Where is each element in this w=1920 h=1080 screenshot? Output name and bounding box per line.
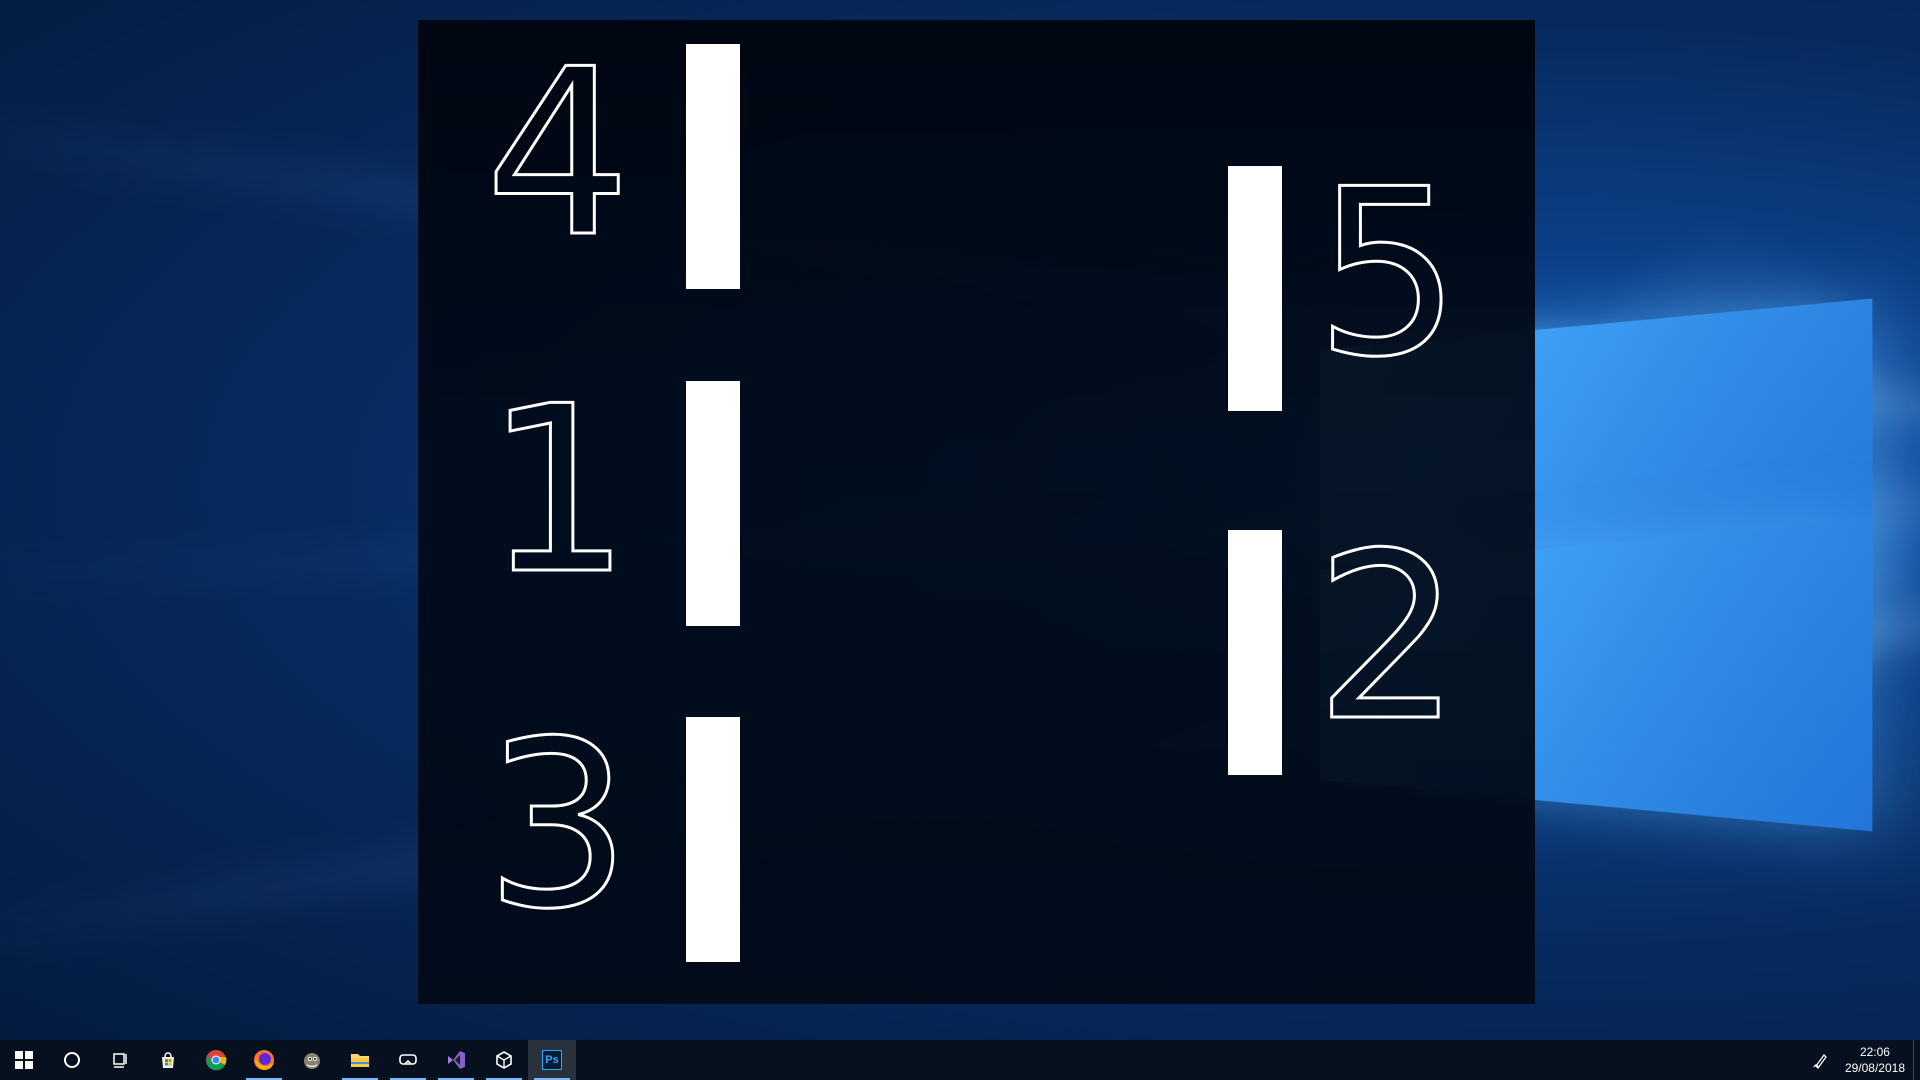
desktop: 4 1 3 5 2: [0, 0, 1920, 1040]
cortana-search-icon[interactable]: [48, 1040, 96, 1080]
firefox-icon[interactable]: [240, 1040, 288, 1080]
gimp-icon[interactable]: [288, 1040, 336, 1080]
chrome-icon[interactable]: [192, 1040, 240, 1080]
windows-start-icon[interactable]: [0, 1040, 48, 1080]
visual-studio-icon[interactable]: [432, 1040, 480, 1080]
photoshop-icon-label: Ps: [542, 1050, 562, 1070]
zone-number-1: 1: [483, 358, 632, 625]
file-explorer-icon[interactable]: [336, 1040, 384, 1080]
vr-headset-icon[interactable]: [384, 1040, 432, 1080]
system-tray: 22:06 29/08/2018: [1803, 1040, 1920, 1080]
clock-time: 22:06: [1859, 1045, 1890, 1059]
zone-bar-1[interactable]: [686, 381, 740, 626]
zone-number-5: 5: [1313, 141, 1462, 408]
zone-bar-2[interactable]: [1228, 530, 1282, 775]
zone-bar-4[interactable]: [686, 44, 740, 289]
zone-number-2: 2: [1313, 505, 1462, 772]
photoshop-icon[interactable]: Ps: [528, 1040, 576, 1080]
unity-icon[interactable]: [480, 1040, 528, 1080]
show-desktop-button[interactable]: [1913, 1040, 1920, 1080]
zone-bar-5[interactable]: [1228, 166, 1282, 411]
pen-ink-icon[interactable]: [1803, 1040, 1839, 1080]
zone-overlay-panel: 4 1 3 5 2: [418, 20, 1535, 1004]
zone-number-4: 4: [483, 21, 632, 288]
zone-bar-3[interactable]: [686, 717, 740, 962]
taskbar: Ps 22:06 29/08/2018: [0, 1040, 1920, 1080]
store-icon[interactable]: [144, 1040, 192, 1080]
zone-number-3: 3: [483, 693, 632, 960]
task-view-icon[interactable]: [96, 1040, 144, 1080]
taskbar-clock[interactable]: 22:06 29/08/2018: [1839, 1044, 1913, 1076]
clock-date: 29/08/2018: [1844, 1061, 1905, 1075]
